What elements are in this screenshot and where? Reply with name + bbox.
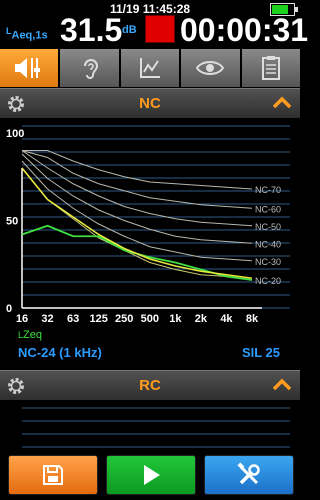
y-tick-label: 100 [6,128,24,140]
x-tick-label: 16 [16,313,28,325]
x-tick-label: 2k [195,313,208,325]
tools-icon [237,462,260,485]
tab-view[interactable] [181,49,242,87]
nc-curve-label: NC-60 [255,204,281,214]
nc-curve-label: NC-40 [255,239,281,249]
y-tick-label: 50 [6,216,18,228]
play-button[interactable] [106,455,196,495]
play-icon [144,465,160,485]
nc-curve-label: NC-20 [255,276,281,286]
level-readout: 31.5 [60,12,123,48]
x-tick-label: 500 [141,313,159,325]
rc-chart [22,407,290,448]
tab-level-meter[interactable] [0,49,61,87]
nc-curve-label: NC-30 [255,257,281,267]
x-tick-label: 63 [67,313,79,325]
x-tick-label: 8k [246,313,259,325]
chevron-up-icon[interactable] [272,96,292,110]
nc-panel-header: NC [0,88,300,118]
tab-report[interactable] [241,49,301,87]
chevron-up-icon[interactable] [272,378,292,392]
eye-icon [196,61,225,75]
graph-icon [140,58,161,78]
nc-curve-label: NC-70 [255,185,281,195]
status-bar: LAeq,1s 31.5 dB 11/19 11:45:28 00:00:31 [0,0,308,48]
tab-graph[interactable] [120,49,182,87]
floppy-disk-icon [43,465,63,485]
series-line [22,150,253,190]
stop-record-button[interactable] [145,15,175,43]
rc-panel-header: RC [0,370,300,400]
save-button[interactable] [8,455,98,495]
x-tick-label: 32 [41,313,53,325]
tab-bar [0,49,301,87]
sil-value: SIL 25 [241,345,280,360]
rc-panel-title: RC [139,377,161,394]
bottom-toolbar [0,452,300,500]
y-tick-label: 0 [6,303,12,315]
nc-result: NC-24 (1 kHz) [18,345,102,360]
nc-panel-title: NC [139,95,161,112]
x-tick-label: 125 [89,313,107,325]
elapsed-timer: 00:00:31 [180,12,309,48]
series-line [21,224,253,281]
x-tick-label: 1k [169,313,182,325]
x-tick-label: 250 [115,313,133,325]
clipboard-icon [261,56,280,80]
tab-hearing[interactable] [60,49,121,87]
series-line [21,150,253,227]
tools-button[interactable] [204,455,294,495]
level-unit: dB [122,24,137,36]
level-meter-icon [15,58,41,78]
date-time: 11/19 11:45:28 [110,2,191,16]
metric-label[interactable]: LAeq,1s [6,26,48,42]
x-tick-label: 4k [220,313,233,325]
lzeq-legend: LZeq [18,329,42,341]
series-line [21,160,253,262]
battery-icon [270,3,298,16]
nc-curve-label: NC-50 [255,222,281,232]
nc-chart: 0 50 100 16 32 63 125 250 500 1k 2k 4k 8k NC-70 NC-60… [6,125,290,341]
ear-icon [83,59,98,79]
